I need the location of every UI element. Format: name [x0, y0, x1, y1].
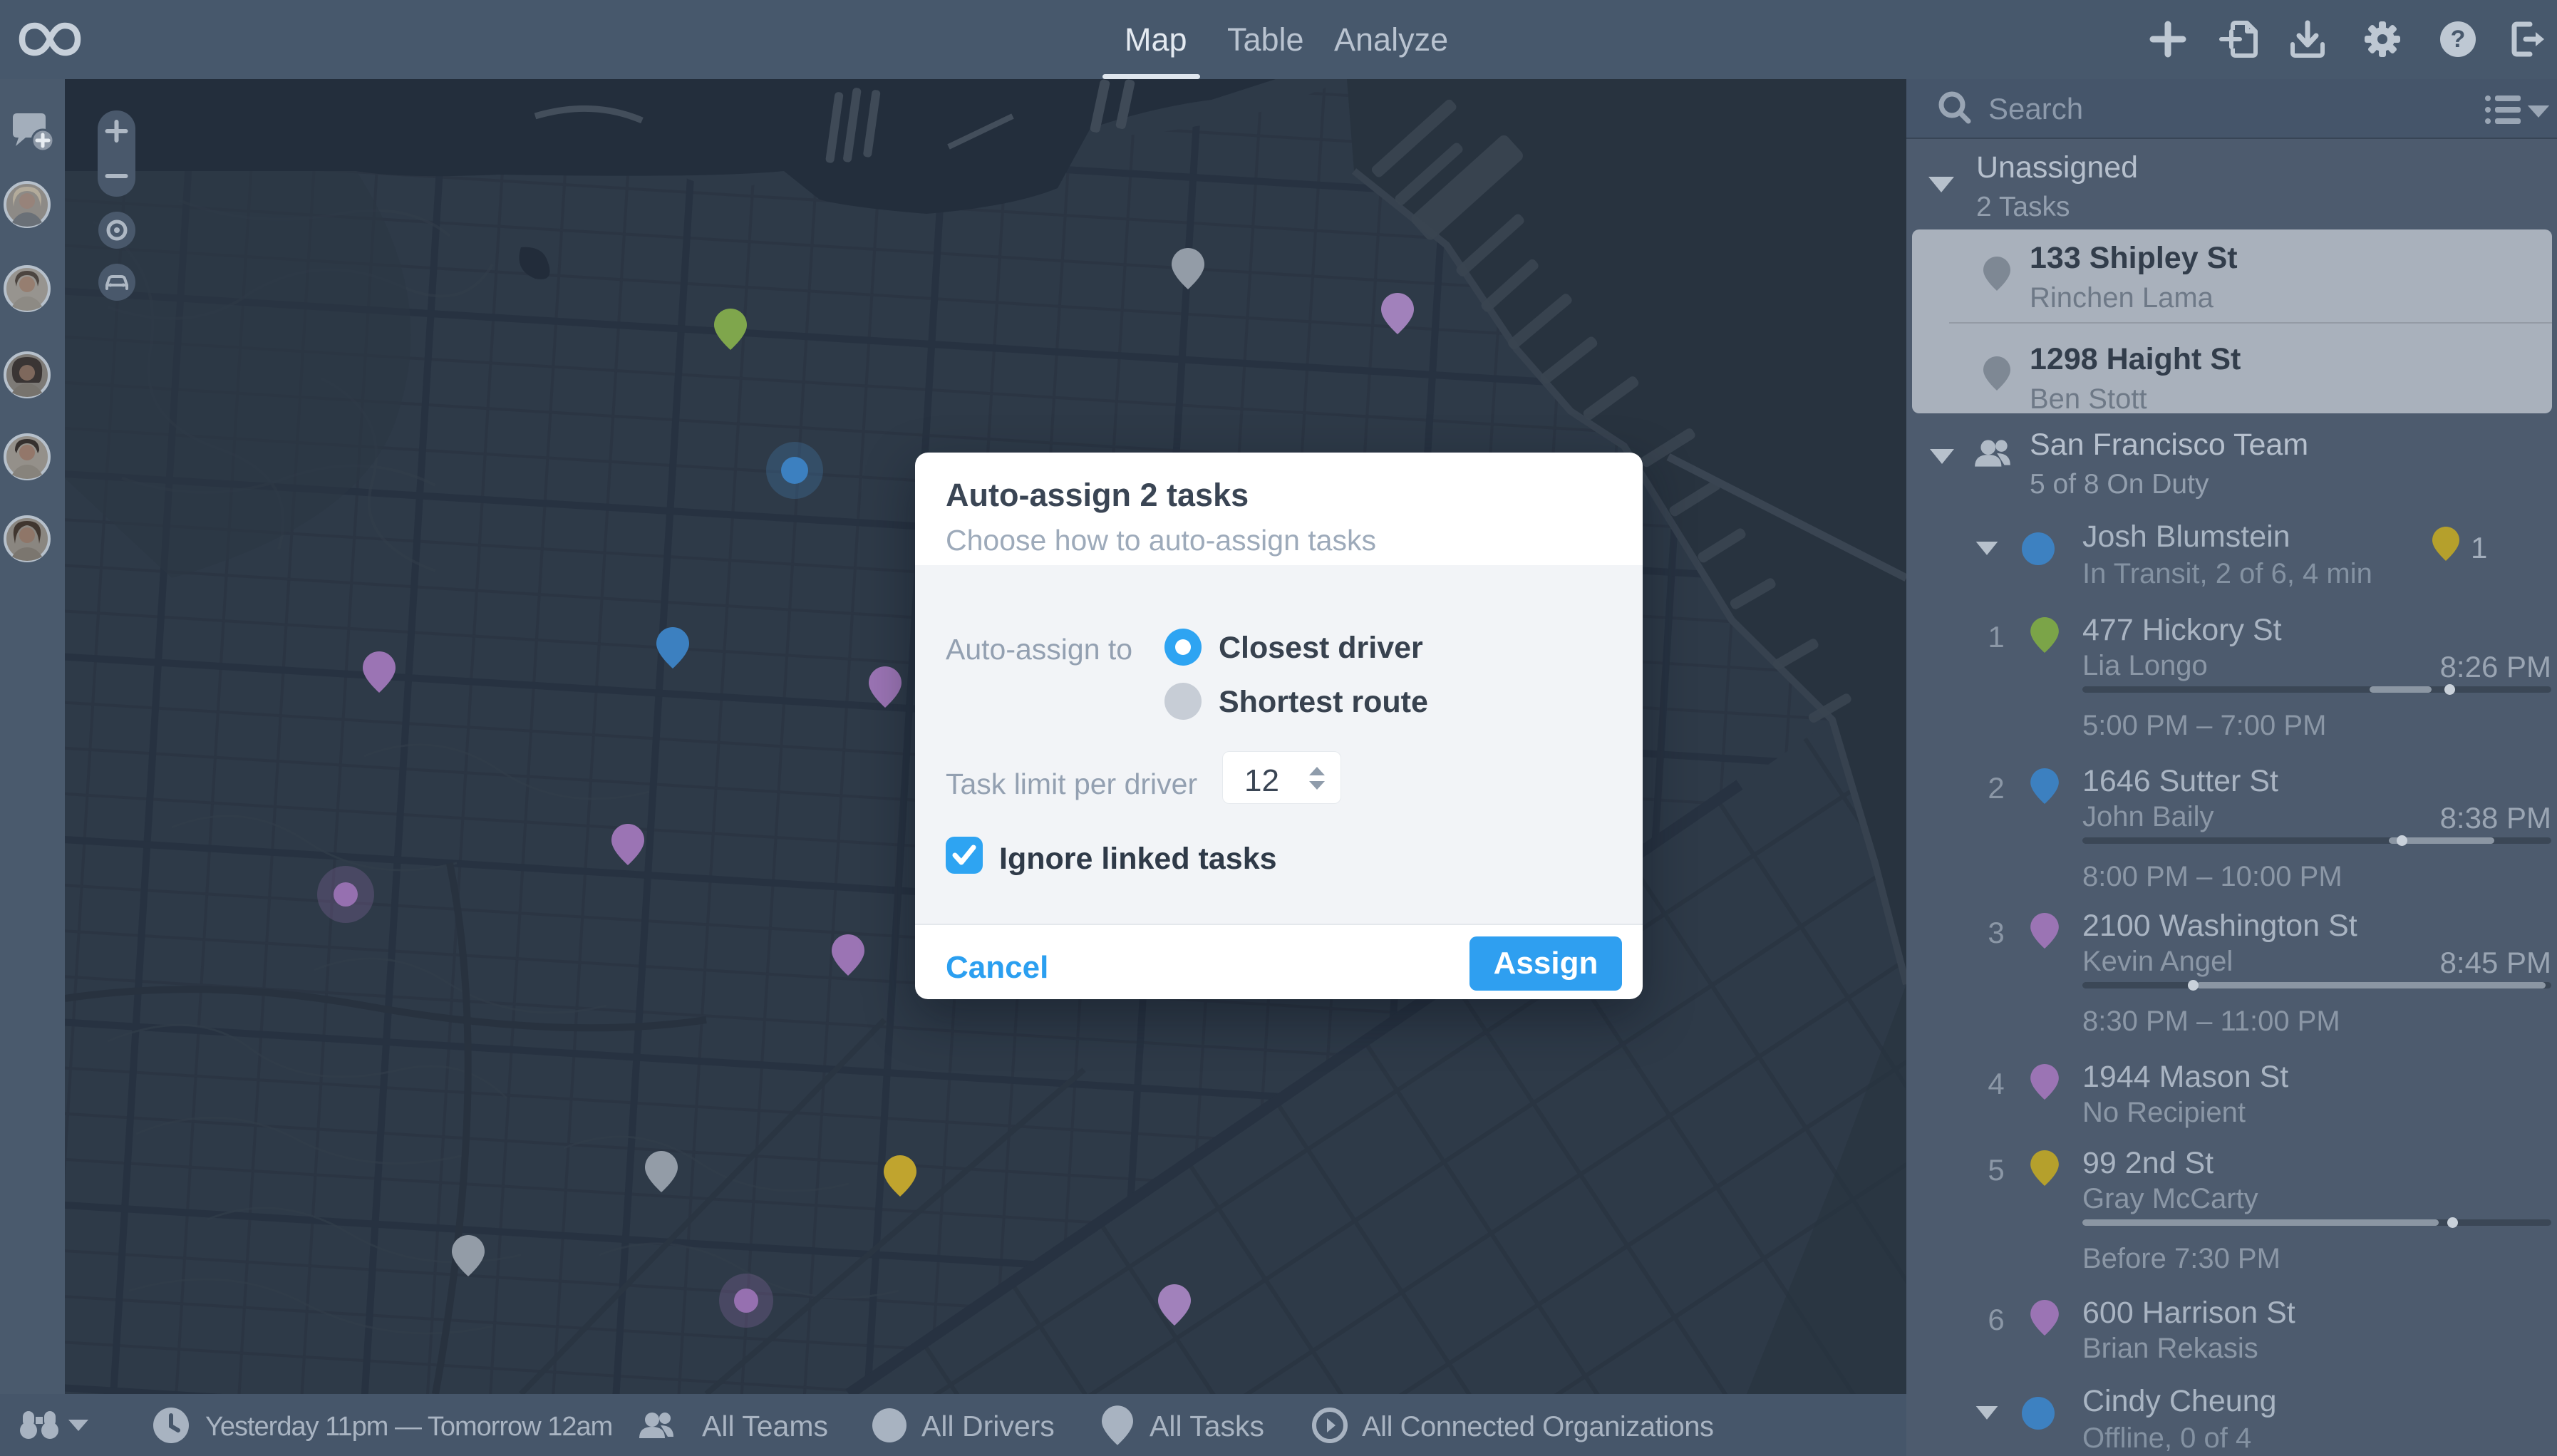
svg-text:?: ? [2451, 26, 2466, 53]
